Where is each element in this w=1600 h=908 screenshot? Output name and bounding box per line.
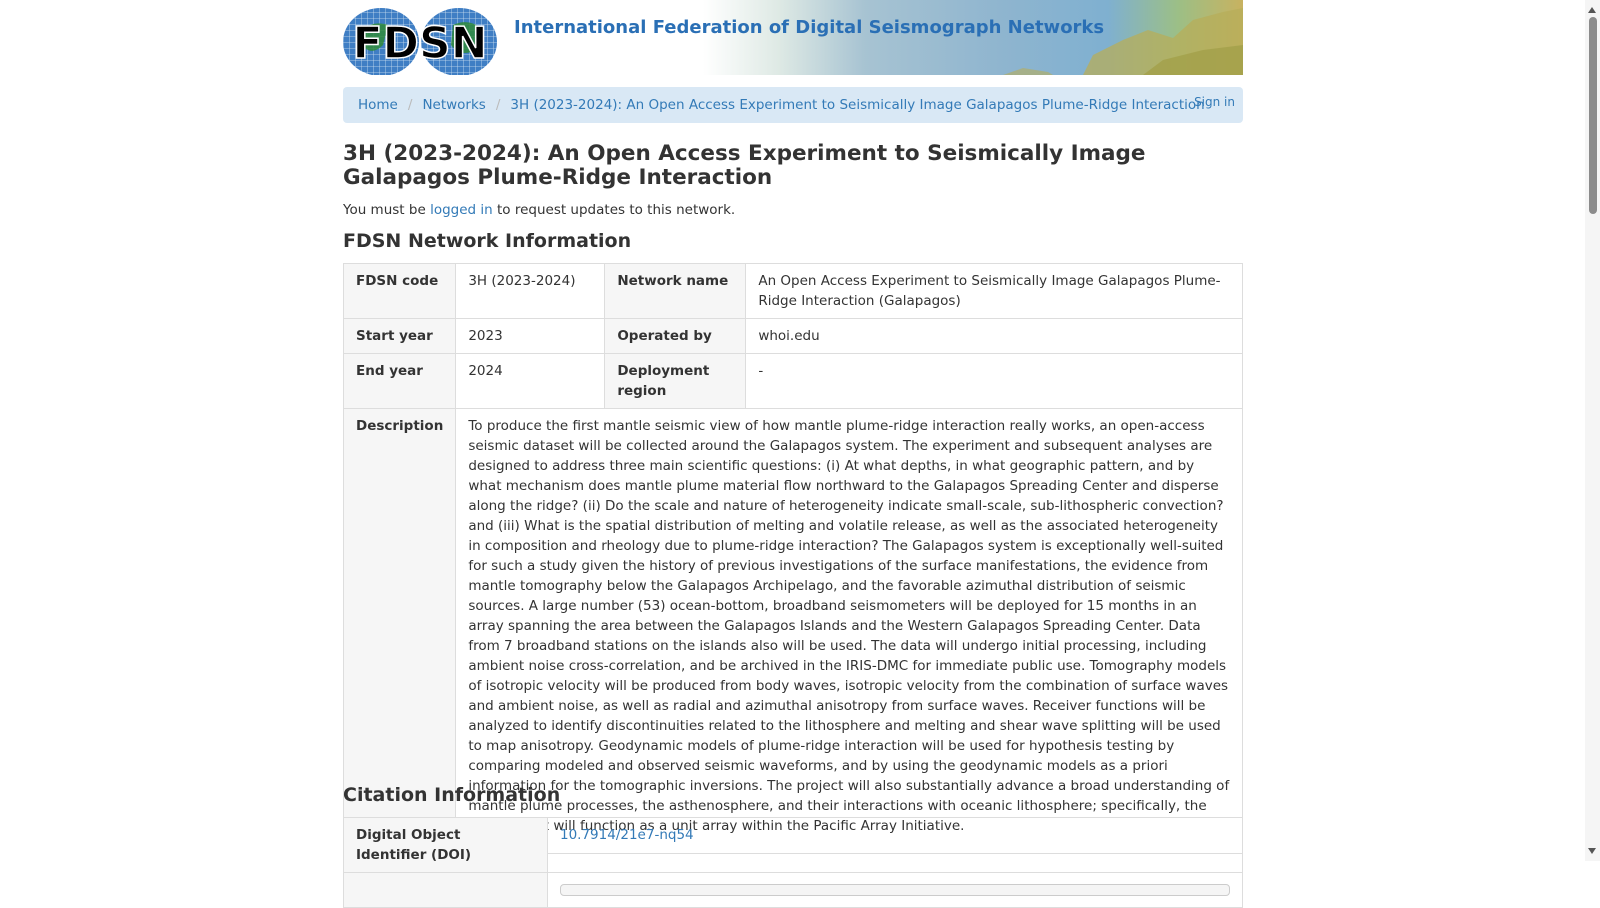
- network-info-table: FDSN code 3H (2023-2024) Network name An…: [342, 263, 1243, 854]
- login-notice: You must be logged in to request updates…: [343, 202, 735, 218]
- table-row: Start year 2023 Operated by whoi.edu: [342, 318, 1243, 354]
- fdsn-code-label: FDSN code: [342, 263, 457, 319]
- citation-cell: [547, 872, 1243, 908]
- description-value: To produce the first mantle seismic view…: [455, 408, 1243, 854]
- citation-info-heading: Citation Information: [343, 784, 561, 806]
- scroll-down-icon[interactable]: [1588, 848, 1596, 854]
- end-year-label: End year: [342, 353, 457, 409]
- doi-label: Digital Object Identifier (DOI): [343, 817, 548, 873]
- end-year-value: 2024: [455, 353, 606, 409]
- deployment-region-value: -: [745, 353, 1243, 409]
- citation-label: [343, 872, 548, 908]
- notice-suffix: to request updates to this network.: [492, 202, 736, 218]
- breadcrumb-separator: /: [407, 97, 413, 113]
- notice-prefix: You must be: [343, 202, 431, 218]
- scroll-up-icon[interactable]: [1588, 7, 1596, 13]
- page-container: FDSN International Federation of Digital…: [342, 0, 1243, 908]
- doi-cell: 10.7914/21e7-nq54: [547, 817, 1243, 873]
- page-scrollbar[interactable]: [1585, 0, 1600, 861]
- breadcrumb-separator: /: [495, 97, 501, 113]
- logged-in-link[interactable]: logged in: [430, 202, 493, 218]
- start-year-label: Start year: [342, 318, 457, 354]
- page-title: 3H (2023-2024): An Open Access Experimen…: [343, 141, 1146, 190]
- breadcrumb-current[interactable]: 3H (2023-2024): An Open Access Experimen…: [510, 97, 1204, 113]
- breadcrumb: Home / Networks / 3H (2023-2024): An Open Ac…: [343, 87, 1243, 123]
- breadcrumb-networks[interactable]: Networks: [422, 97, 485, 113]
- site-title[interactable]: International Federation of Digital Seis…: [514, 17, 1104, 38]
- table-row: End year 2024 Deployment region -: [342, 353, 1243, 409]
- fdsn-logo[interactable]: FDSN: [343, 0, 497, 75]
- network-name-label: Network name: [604, 263, 747, 319]
- citation-text-box[interactable]: [560, 884, 1230, 896]
- network-name-value: An Open Access Experiment to Seismically…: [745, 263, 1243, 319]
- svg-text:FDSN: FDSN: [352, 18, 487, 69]
- doi-link[interactable]: 10.7914/21e7-nq54: [560, 827, 694, 843]
- network-info-heading: FDSN Network Information: [343, 230, 632, 252]
- deployment-region-label: Deployment region: [604, 353, 747, 409]
- table-row: [343, 872, 1243, 908]
- operated-by-label: Operated by: [604, 318, 747, 354]
- sign-in-link[interactable]: Sign in: [1194, 95, 1235, 109]
- scrollbar-thumb[interactable]: [1589, 17, 1597, 214]
- site-banner: FDSN International Federation of Digital…: [343, 0, 1243, 75]
- start-year-value: 2023: [455, 318, 606, 354]
- table-row: Digital Object Identifier (DOI) 10.7914/…: [343, 817, 1243, 873]
- fdsn-code-value: 3H (2023-2024): [455, 263, 606, 319]
- operated-by-value: whoi.edu: [745, 318, 1243, 354]
- citation-info-table: Digital Object Identifier (DOI) 10.7914/…: [343, 817, 1243, 908]
- table-row: FDSN code 3H (2023-2024) Network name An…: [342, 263, 1243, 319]
- breadcrumb-home[interactable]: Home: [358, 97, 398, 113]
